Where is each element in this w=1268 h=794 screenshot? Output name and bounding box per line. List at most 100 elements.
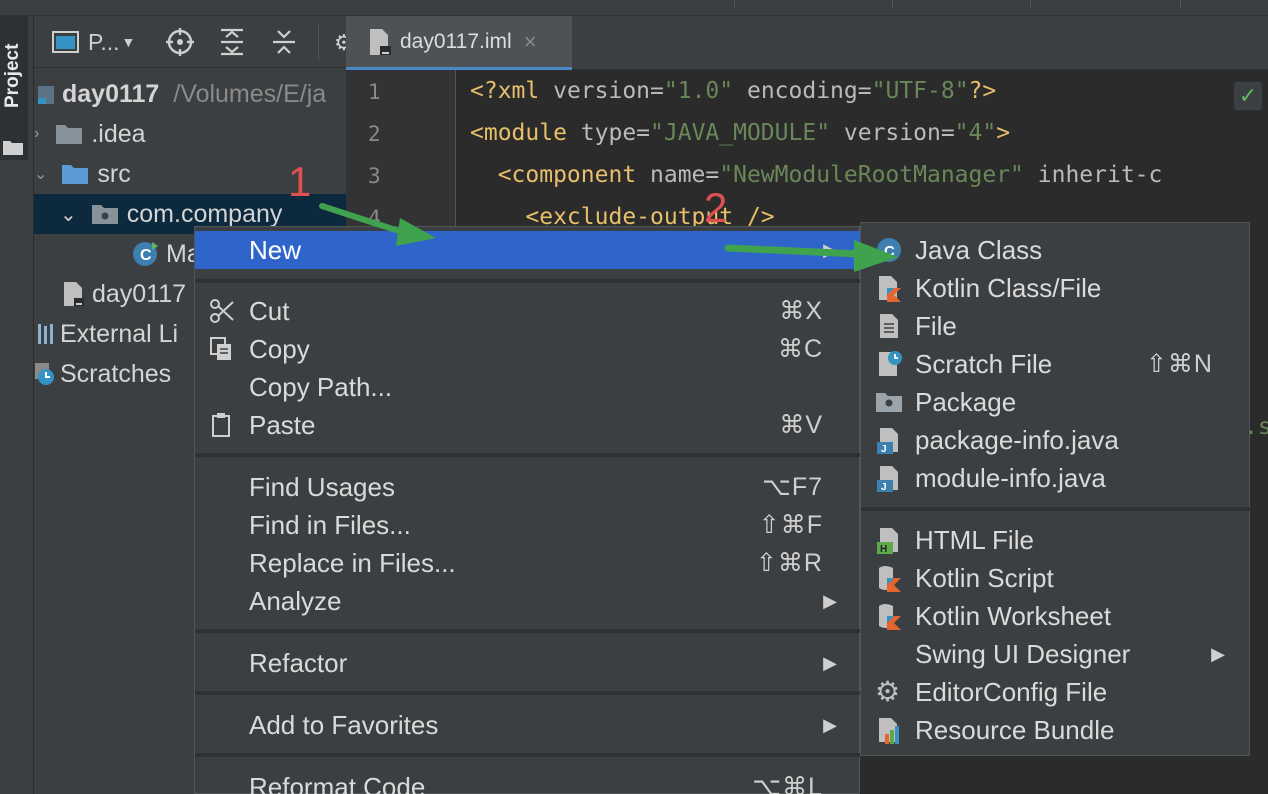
submenu-item-swing-ui-designer[interactable]: Swing UI Designer ▶ (861, 635, 1251, 673)
new-submenu: C Java Class Kotlin Class/File File Scra… (860, 222, 1251, 756)
iml-file-icon (370, 28, 391, 55)
submenu-item-java-class[interactable]: C Java Class (861, 231, 1251, 269)
menu-item-reformat-code[interactable]: Reformat Code ⌥⌘L (195, 768, 861, 794)
package-icon (91, 205, 118, 224)
expand-all-button[interactable] (218, 26, 246, 58)
submenu-arrow-icon: ▶ (1211, 643, 1225, 664)
top-bar (0, 0, 1268, 16)
xml-tag: <component (470, 162, 651, 188)
menu-item-label: Find Usages (249, 471, 395, 502)
menu-item-add-to-favorites[interactable]: Add to Favorites ▶ (195, 706, 861, 744)
menu-item-label: Cut (249, 295, 290, 326)
svg-text:C: C (884, 243, 895, 260)
submenu-item-label: File (915, 310, 957, 341)
tree-row-idea[interactable]: › .idea (34, 114, 346, 154)
gear-icon: ⚙ (875, 676, 901, 707)
clipboard-icon (212, 413, 230, 437)
code-line-2[interactable]: <module type="JAVA_MODULE" version="4"> (470, 120, 1010, 146)
top-bar-divider (1030, 0, 1031, 8)
tree-row-module[interactable]: day0117 /Volumes/E/ja (34, 74, 346, 114)
xml-attr: version= (553, 78, 664, 104)
submenu-item-html-file[interactable]: H HTML File (861, 521, 1251, 559)
project-toolbar: P... ▼ ⚙ (34, 16, 346, 68)
submenu-item-label: Kotlin Worksheet (915, 600, 1112, 631)
collapse-all-button[interactable] (270, 26, 298, 58)
annotation-step-1: 1 (288, 158, 312, 205)
menu-item-new[interactable]: New ▶ (195, 231, 861, 269)
view-selector[interactable]: P... ▼ (52, 26, 135, 58)
annotation-step-2: 2 (704, 184, 728, 231)
submenu-item-file[interactable]: File (861, 307, 1251, 345)
module-path: /Volumes/E/ja (173, 79, 327, 108)
menu-item-paste[interactable]: Paste ⌘V (195, 406, 861, 444)
code-line-1[interactable]: <?xml version="1.0" encoding="UTF-8"?> (470, 78, 996, 104)
settings-icon[interactable]: ⚙ (334, 30, 346, 56)
submenu-item-package-info[interactable]: J package-info.java (861, 421, 1251, 459)
kotlin-worksheet-icon (879, 604, 901, 630)
menu-item-replace-in-files[interactable]: Replace in Files... ⇧⌘R (195, 544, 861, 582)
shortcut-label: ⌘V (779, 411, 823, 439)
submenu-item-label: HTML File (915, 524, 1034, 555)
menu-item-label: New (249, 234, 302, 265)
submenu-item-module-info[interactable]: J module-info.java (861, 459, 1251, 497)
submenu-arrow-icon: ▶ (823, 714, 837, 735)
menu-item-refactor[interactable]: Refactor ▶ (195, 644, 861, 682)
inspection-ok-icon[interactable]: ✓ (1234, 82, 1262, 110)
java-file-icon: J (877, 466, 898, 492)
submenu-item-package[interactable]: Package (861, 383, 1251, 421)
submenu-item-label: Java Class (915, 234, 1043, 265)
menu-item-label: Refactor (249, 647, 348, 678)
kotlin-script-icon (879, 566, 901, 592)
project-view-icon (52, 31, 79, 53)
submenu-item-kotlin-class[interactable]: Kotlin Class/File (861, 269, 1251, 307)
locate-button[interactable] (166, 26, 194, 58)
tree-item-label: External Li (60, 319, 179, 348)
svg-text:H: H (880, 544, 887, 554)
menu-separator (195, 753, 861, 757)
chevron-down-icon: ⌄ (60, 203, 77, 226)
code-line-3[interactable]: <component name="NewModuleRootManager" i… (470, 162, 1163, 188)
toolbar-divider (318, 24, 319, 60)
source-folder-icon (62, 165, 89, 184)
xml-tag: <?xml (470, 78, 554, 104)
menu-item-cut[interactable]: Cut ⌘X (195, 292, 861, 330)
menu-item-find-in-files[interactable]: Find in Files... ⇧⌘F (195, 506, 861, 544)
tree-item-label: .idea (91, 119, 146, 148)
submenu-arrow-icon: ▶ (823, 590, 837, 611)
submenu-item-kotlin-script[interactable]: Kotlin Script (861, 559, 1251, 597)
shortcut-label: ⇧⌘F (758, 511, 823, 539)
submenu-item-resource-bundle[interactable]: Resource Bundle (861, 711, 1251, 749)
menu-separator (195, 691, 861, 695)
submenu-arrow-icon: ▶ (823, 239, 837, 260)
menu-item-find-usages[interactable]: Find Usages ⌥F7 (195, 468, 861, 506)
editor-tab-bar: day0117.iml × (346, 16, 1268, 70)
class-icon: C (133, 242, 158, 266)
menu-separator (195, 279, 861, 283)
submenu-item-label: Swing UI Designer (915, 638, 1131, 669)
close-icon[interactable]: × (524, 29, 537, 55)
shortcut-label: ⇧⌘R (755, 549, 823, 577)
menu-item-copy[interactable]: Copy ⌘C (195, 330, 861, 368)
submenu-item-scratch-file[interactable]: Scratch File ⇧⌘N (861, 345, 1251, 383)
folder-icon (3, 141, 23, 155)
tree-item-label: day0117 (92, 279, 187, 308)
submenu-item-kotlin-worksheet[interactable]: Kotlin Worksheet (861, 597, 1251, 635)
menu-item-analyze[interactable]: Analyze ▶ (195, 582, 861, 620)
menu-separator (195, 453, 861, 457)
java-class-icon: C (877, 238, 901, 262)
menu-item-label: Paste (249, 409, 316, 440)
menu-item-copy-path[interactable]: Copy Path... (195, 368, 861, 406)
submenu-item-editorconfig[interactable]: ⚙ EditorConfig File (861, 673, 1251, 711)
chevron-right-icon: › (34, 125, 40, 142)
xml-tag: <module (470, 120, 581, 146)
tab-day0117-iml[interactable]: day0117.iml × (346, 16, 572, 70)
xml-tag: > (996, 120, 1011, 146)
html-file-icon: H (877, 528, 898, 554)
module-icon (38, 86, 54, 104)
xml-value: "4" (954, 120, 997, 146)
menu-separator (195, 629, 861, 633)
menu-item-label: Find in Files... (249, 509, 411, 540)
project-tool-window-tab[interactable]: Project (0, 16, 28, 160)
submenu-item-label: module-info.java (915, 462, 1106, 493)
package-icon (876, 393, 902, 412)
